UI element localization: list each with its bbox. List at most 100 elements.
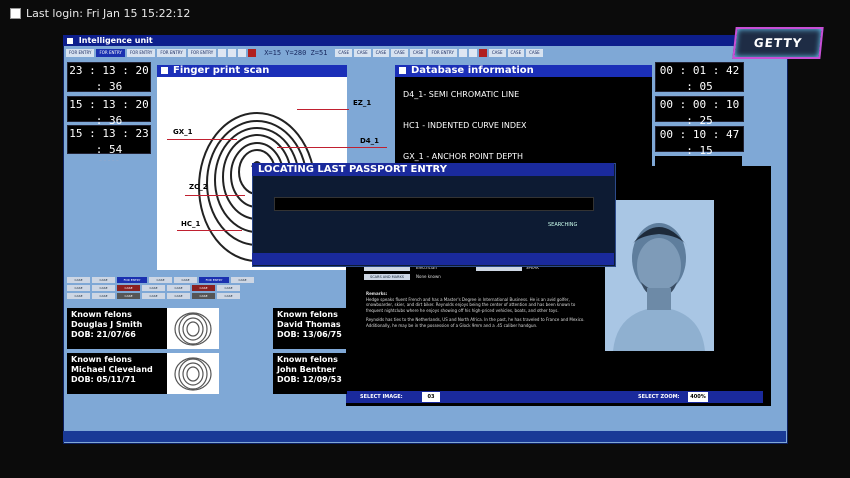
toolbar-record-icon[interactable] [248, 48, 257, 57]
mini-button-dark[interactable]: CASE [117, 293, 140, 299]
mini-button[interactable]: CASE [167, 293, 190, 299]
clock-panel-3: 15 : 13 : 23 : 54 — — — — — [67, 125, 151, 162]
suspect-portrait-image [605, 200, 714, 351]
mini-button[interactable]: CASE [92, 293, 115, 299]
toolbar-prev-icon[interactable] [218, 48, 227, 57]
database-panel: D4_1- SEMI CHROMATIC LINE HC1 - INDENTED… [395, 77, 652, 177]
mini-button[interactable]: CASE [174, 277, 197, 283]
felon-name: John Bentner [277, 365, 336, 374]
mini-button[interactable]: CASE [92, 285, 115, 291]
toolbar-stop-icon[interactable] [238, 48, 247, 57]
toolbar-button-case-5[interactable]: CASE [409, 48, 427, 57]
search-status: SEARCHING [548, 222, 578, 228]
clock-time: 23 : 13 : 20 : 36 [69, 64, 149, 93]
window-bottom-bar [63, 431, 786, 442]
felon-label: Known felons [71, 355, 132, 364]
mini-button[interactable]: CASE [149, 277, 172, 283]
fingerprint-icon [174, 356, 212, 391]
last-login-text: Last login: Fri Jan 15 15:22:12 [26, 7, 191, 20]
marker-line [185, 195, 245, 196]
fingerprint-title: Finger print scan [173, 65, 270, 76]
mini-button[interactable]: CASE [217, 285, 240, 291]
fingerprint-header: Finger print scan [157, 65, 347, 77]
remarks-paragraph-1: Hedge speaks fluent French and has a Mas… [366, 296, 576, 313]
mini-button[interactable]: CASE [217, 293, 240, 299]
felon-label: Known felons [277, 310, 338, 319]
toolbar-button-entry-2[interactable]: FOR ENTRY [96, 48, 125, 57]
select-image-input[interactable]: 03 [422, 392, 440, 402]
marker-d41: D4_1 [360, 137, 380, 145]
toolbar-pause-icon[interactable] [228, 48, 237, 57]
felon-card[interactable]: Known felons John Bentner DOB: 12/09/53 [273, 353, 347, 394]
mini-button[interactable]: CASE [67, 293, 90, 299]
mini-button[interactable]: CASE [142, 293, 165, 299]
felon-card[interactable]: Known felons Michael Cleveland DOB: 05/1… [67, 353, 219, 394]
mini-button[interactable]: CASE [142, 285, 165, 291]
felon-name: Michael Cleveland [71, 365, 153, 374]
mini-button-entry[interactable]: FOR ENTRY [199, 277, 229, 283]
mini-button-row-1: CASE CASE FOR ENTRY CASE CASE FOR ENTRY … [67, 277, 254, 283]
mini-button[interactable]: CASE [67, 277, 90, 283]
fingerprint-icon [174, 311, 212, 346]
toolbar-button-entry-3[interactable]: FOR ENTRY [126, 48, 156, 57]
status-strip [655, 156, 742, 166]
mini-button-alert[interactable]: CASE [192, 285, 215, 291]
mini-button-dark[interactable]: CASE [192, 293, 215, 299]
felon-card[interactable]: Known felons Douglas J Smith DOB: 21/07/… [67, 308, 219, 349]
passport-search-dialog [252, 163, 616, 267]
marker-gx1: GX_1 [173, 128, 193, 136]
database-line: GX_1 - ANCHOR POINT DEPTH [403, 152, 524, 161]
select-zoom-input[interactable]: 400% [688, 392, 708, 402]
search-progress-bar [274, 197, 594, 211]
window-menu-icon[interactable] [67, 37, 73, 44]
clock-time: 00 : 00 : 10 : 25 [659, 98, 740, 127]
toolbar-button-case-3[interactable]: CASE [372, 48, 390, 57]
felon-name: Douglas J Smith [71, 320, 143, 329]
mini-button[interactable]: CASE [67, 285, 90, 291]
clock-panel-right-2: 00 : 00 : 10 : 25 ERR N/A LINK [655, 96, 744, 133]
dialog-title: LOCATING LAST PASSPORT ENTRY [258, 164, 447, 175]
toolbar-button-case-2[interactable]: CASE [354, 48, 371, 57]
toolbar-button-entry-1[interactable]: FOR ENTRY [66, 48, 95, 57]
toolbar-button-entry-6[interactable]: FOR ENTRY [428, 48, 457, 57]
clock-time: 00 : 10 : 47 : 15 [659, 128, 740, 157]
felon-name: David Thomas [277, 320, 341, 329]
felon-fingerprint-thumb [167, 308, 219, 349]
remarks-paragraph-2: Reynolds has ties to the Netherlands, US… [366, 317, 585, 328]
felon-dob: DOB: 13/06/75 [277, 330, 342, 339]
select-image-label: SELECT IMAGE: [360, 394, 403, 400]
suspect-photo [605, 200, 714, 351]
window-title-bar: Intelligence unit [63, 35, 786, 46]
toolbar-button-case-4[interactable]: CASE [391, 48, 408, 57]
toolbar-button-case-1[interactable]: CASE [335, 48, 353, 57]
mini-button-alert[interactable]: CASE [117, 285, 140, 291]
toolbar-button-entry-5[interactable]: FOR ENTRY [187, 48, 217, 57]
checkbox-icon[interactable] [10, 8, 21, 19]
database-line: D4_1- SEMI CHROMATIC LINE [403, 90, 520, 99]
felon-dob: DOB: 12/09/53 [277, 375, 342, 384]
toolbar-button-case-7[interactable]: CASE [507, 48, 525, 57]
mini-button-row-3: CASE CASE CASE CASE CASE CASE CASE [67, 293, 240, 299]
mini-button[interactable]: CASE [92, 277, 115, 283]
marker-line [177, 230, 242, 231]
clock-panel-right-3: 00 : 10 : 47 : 15 — — — — [655, 126, 744, 163]
toolbar-button-entry-4[interactable]: FOR ENTRY [157, 48, 186, 57]
toolbar-button-case-8[interactable]: CASE [526, 48, 543, 57]
mini-button-entry[interactable]: FOR ENTRY [117, 277, 147, 283]
toolbar-pause-icon-2[interactable] [468, 48, 477, 57]
dialog-footer [252, 253, 614, 265]
mini-button[interactable]: CASE [167, 285, 190, 291]
clock-time: 00 : 01 : 42 : 05 [659, 64, 740, 93]
select-zoom-label: SELECT ZOOM: [638, 394, 680, 400]
marker-line [167, 139, 237, 140]
felon-info: Known felons David Thomas DOB: 13/06/75 [277, 310, 342, 340]
toolbar-record-icon-2[interactable] [478, 48, 487, 57]
toolbar-button-case-6[interactable]: CASE [488, 48, 506, 57]
toolbar-prev-icon-2[interactable] [458, 48, 467, 57]
dialog-title-bar: LOCATING LAST PASSPORT ENTRY [252, 163, 614, 176]
felon-fingerprint-thumb [167, 353, 219, 394]
felon-dob: DOB: 05/11/71 [71, 375, 136, 384]
clock-panel-right-1: 00 : 01 : 42 : 05 05/04/1998 // 12/05/20… [655, 62, 744, 99]
felon-card[interactable]: Known felons David Thomas DOB: 13/06/75 [273, 308, 347, 349]
mini-button[interactable]: CASE [231, 277, 254, 283]
